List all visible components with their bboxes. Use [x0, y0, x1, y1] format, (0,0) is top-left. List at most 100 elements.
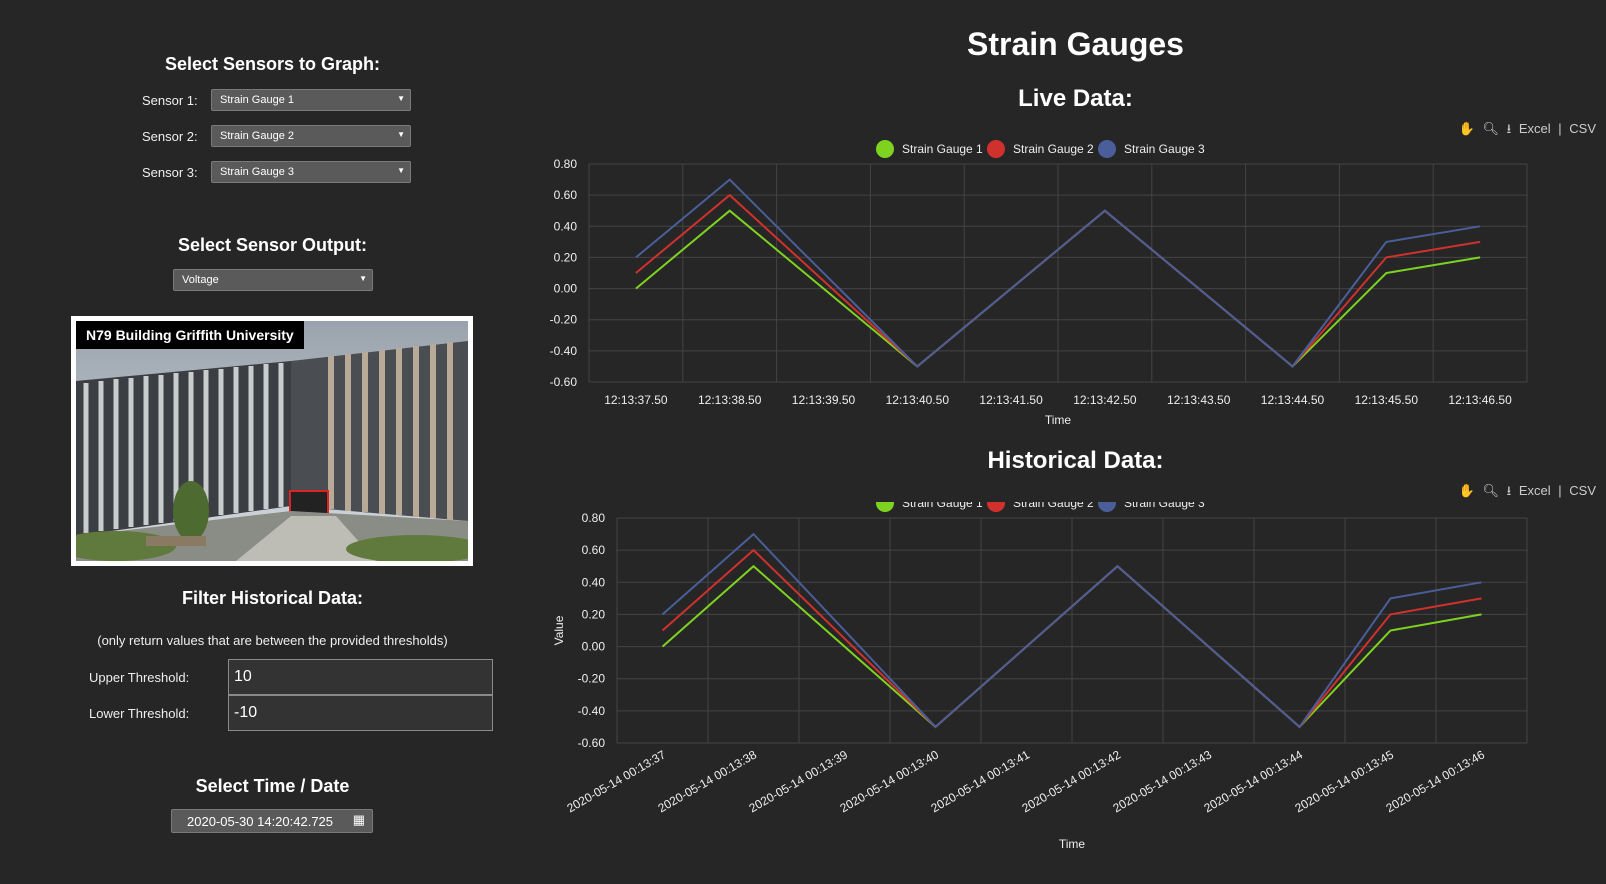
chevron-down-icon: ▼: [359, 274, 367, 283]
y-tick-label: 0.20: [554, 250, 578, 264]
main-panel: Strain Gauges Live Data: ✋ 🔍︎ ⭳ Excel | …: [545, 0, 1606, 884]
filter-note: (only return values that are between the…: [97, 633, 448, 648]
pan-icon[interactable]: ✋: [1459, 483, 1475, 498]
x-tick-label: 2020-05-14 00:13:44: [1201, 747, 1305, 815]
x-tick-label: 12:13:45.50: [1355, 393, 1419, 407]
x-tick-label: 2020-05-14 00:13:46: [1383, 747, 1487, 815]
page-title: Strain Gauges: [967, 26, 1184, 62]
live-chart: Strain Gauge 1 Strain Gauge 2 Strain Gauge…: [550, 140, 1528, 427]
x-tick-label: 12:13:42.50: [1073, 393, 1137, 407]
x-tick-label: 12:13:40.50: [886, 393, 950, 407]
y-tick-label: 0.00: [582, 640, 606, 654]
x-tick-label: 12:13:39.50: [792, 393, 856, 407]
y-tick-label: 0.80: [554, 157, 578, 171]
legend-label: Strain Gauge 3: [1124, 142, 1205, 156]
legend-marker: [1098, 502, 1116, 512]
y-tick-label: 0.60: [582, 543, 606, 557]
x-tick-label: 12:13:43.50: [1167, 393, 1231, 407]
legend-label: Strain Gauge 1: [902, 502, 983, 510]
y-tick-label: 0.40: [554, 219, 578, 233]
download-icon[interactable]: ⭳: [1507, 483, 1512, 498]
x-tick-label: 2020-05-14 00:13:41: [928, 747, 1032, 815]
lower-threshold-row: Lower Threshold: -10: [0, 695, 545, 731]
sensor-2-value: Strain Gauge 2: [220, 130, 294, 142]
x-tick-label: 2020-05-14 00:13:39: [746, 747, 850, 815]
chevron-down-icon: ▼: [397, 130, 405, 139]
zoom-icon[interactable]: 🔍︎: [1483, 483, 1500, 498]
y-tick-label: 0.60: [554, 188, 578, 202]
legend-marker: [987, 140, 1005, 158]
y-tick-label: -0.40: [550, 344, 578, 358]
legend-label: Strain Gauge 2: [1013, 502, 1094, 510]
toolbar-separator: |: [1558, 121, 1562, 136]
sensor-row-3: Sensor 3: Strain Gauge 3 ▼: [0, 161, 545, 185]
legend-marker: [876, 502, 894, 512]
legend-marker: [1098, 140, 1116, 158]
sensor-2-select[interactable]: Strain Gauge 2 ▼: [211, 125, 411, 147]
sensors-heading: Select Sensors to Graph:: [164, 54, 381, 74]
y-tick-label: -0.20: [550, 313, 578, 327]
live-data-title: Live Data:: [1018, 85, 1133, 112]
x-tick-label: 2020-05-14 00:13:38: [655, 747, 759, 815]
x-tick-label: 2020-05-14 00:13:43: [1110, 747, 1214, 815]
legend-label: Strain Gauge 1: [902, 142, 983, 156]
sensor-3-value: Strain Gauge 3: [220, 166, 294, 178]
csv-link[interactable]: CSV: [1569, 483, 1596, 498]
x-tick-label: 12:13:46.50: [1448, 393, 1512, 407]
left-panel: Select Sensors to Graph: Sensor 1: Strai…: [0, 0, 545, 884]
date-value: 2020-05-30 14:20:42.725: [187, 814, 334, 829]
sensor-3-select[interactable]: Strain Gauge 3 ▼: [211, 161, 411, 183]
sensor-1-label: Sensor 1:: [142, 93, 198, 108]
live-toolbar: ✋ 🔍︎ ⭳ Excel | CSV: [1455, 120, 1596, 142]
y-tick-label: -0.60: [550, 375, 578, 389]
output-heading: Select Sensor Output:: [177, 235, 368, 255]
historical-chart: Strain Gauge 1 Strain Gauge 2 Strain Gauge…: [552, 502, 1528, 851]
x-tick-label: 12:13:38.50: [698, 393, 762, 407]
x-axis-label: Time: [1045, 413, 1072, 427]
x-axis-label: Time: [1059, 837, 1086, 851]
upper-threshold-row: Upper Threshold: 10: [0, 659, 545, 695]
toolbar-separator: |: [1558, 483, 1562, 498]
sensor-1-select[interactable]: Strain Gauge 1 ▼: [211, 89, 411, 111]
building-illustration: [76, 321, 468, 561]
lower-threshold-label: Lower Threshold:: [89, 706, 190, 721]
calendar-icon[interactable]: ▦: [353, 812, 365, 828]
y-tick-label: -0.60: [578, 736, 606, 750]
lower-threshold-input[interactable]: -10: [228, 695, 493, 731]
date-picker-input[interactable]: 2020-05-30 14:20:42.725 ▦: [171, 809, 373, 833]
chevron-down-icon: ▼: [397, 166, 405, 175]
y-tick-label: 0.20: [582, 607, 606, 621]
zoom-icon[interactable]: 🔍︎: [1483, 121, 1500, 136]
sensor-1-value: Strain Gauge 1: [220, 94, 294, 106]
x-tick-label: 2020-05-14 00:13:37: [564, 747, 668, 815]
legend-marker: [987, 502, 1005, 512]
filter-heading: Filter Historical Data:: [181, 588, 364, 608]
pan-icon[interactable]: ✋: [1459, 121, 1475, 136]
sensor-row-2: Sensor 2: Strain Gauge 2 ▼: [0, 125, 545, 149]
upper-threshold-label: Upper Threshold:: [89, 670, 190, 685]
x-tick-label: 2020-05-14 00:13:45: [1292, 747, 1396, 815]
y-axis-label: Value: [552, 615, 566, 645]
sensor-row-1: Sensor 1: Strain Gauge 1 ▼: [0, 89, 545, 113]
output-select[interactable]: Voltage ▼: [173, 269, 373, 291]
download-icon[interactable]: ⭳: [1507, 121, 1512, 136]
x-tick-label: 12:13:37.50: [604, 393, 668, 407]
excel-link[interactable]: Excel: [1519, 121, 1551, 136]
historical-toolbar: ✋ 🔍︎ ⭳ Excel | CSV: [1455, 482, 1596, 504]
legend-label: Strain Gauge 3: [1124, 502, 1205, 510]
legend-label: Strain Gauge 2: [1013, 142, 1094, 156]
x-tick-label: 2020-05-14 00:13:40: [837, 747, 941, 815]
historical-data-title: Historical Data:: [987, 447, 1164, 474]
x-tick-label: 12:13:44.50: [1261, 393, 1325, 407]
csv-link[interactable]: CSV: [1569, 121, 1596, 136]
building-photo: N79 Building Griffith University: [76, 321, 468, 561]
y-tick-label: 0.00: [554, 282, 578, 296]
sensor-3-label: Sensor 3:: [142, 165, 198, 180]
y-tick-label: 0.80: [582, 511, 606, 525]
legend-marker: [876, 140, 894, 158]
sensor-2-label: Sensor 2:: [142, 129, 198, 144]
upper-threshold-input[interactable]: 10: [228, 659, 493, 695]
excel-link[interactable]: Excel: [1519, 483, 1551, 498]
x-tick-label: 12:13:41.50: [979, 393, 1043, 407]
y-tick-label: -0.40: [578, 704, 606, 718]
